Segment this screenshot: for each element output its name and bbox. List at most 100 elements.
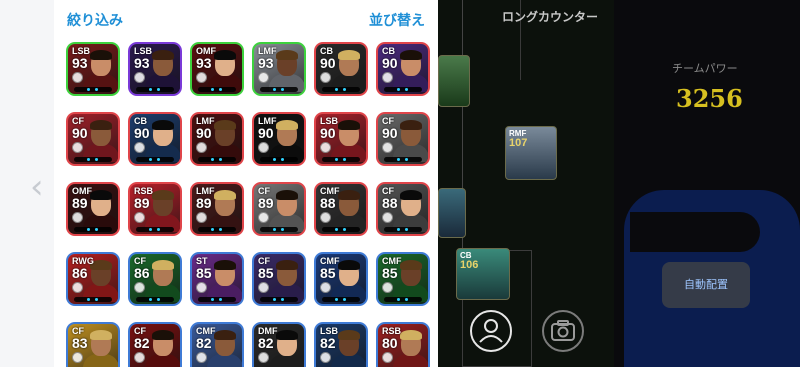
chevron-left-icon[interactable]: ‹ — [30, 170, 50, 204]
player-portrait — [83, 50, 118, 92]
camera-button[interactable] — [542, 310, 584, 352]
skill-indicator — [260, 227, 298, 232]
player-rating: 93 — [134, 55, 150, 71]
club-badge-icon — [72, 352, 83, 363]
field-player-card[interactable] — [438, 188, 466, 238]
player-card[interactable]: CF 90 — [66, 112, 120, 166]
player-card[interactable]: CB 90 — [376, 42, 430, 96]
player-card[interactable]: LMF 90 — [190, 112, 244, 166]
player-portrait — [83, 260, 118, 302]
card-face: LMF 93 — [254, 44, 304, 94]
skill-indicator — [198, 227, 236, 232]
player-rating: 82 — [258, 335, 274, 351]
card-face: CF 89 — [254, 184, 304, 234]
player-portrait — [83, 120, 118, 162]
field-player-card[interactable]: RMF 107 — [505, 126, 557, 180]
skill-indicator — [74, 227, 112, 232]
player-card[interactable]: CF 88 — [376, 182, 430, 236]
profile-button[interactable] — [470, 310, 512, 352]
player-card[interactable]: OMF 93 — [190, 42, 244, 96]
card-face: RSB 89 — [130, 184, 180, 234]
club-badge-icon — [382, 72, 393, 83]
card-face: CB 90 — [130, 114, 180, 164]
player-card[interactable]: CMF 88 — [314, 182, 368, 236]
player-rating: 80 — [382, 335, 398, 351]
player-portrait — [393, 50, 428, 92]
player-rating: 90 — [320, 55, 336, 71]
player-card[interactable]: CF 89 — [252, 182, 306, 236]
player-card[interactable]: LSB 93 — [128, 42, 182, 96]
player-card[interactable]: LSB 90 — [314, 112, 368, 166]
player-portrait — [207, 50, 242, 92]
player-card[interactable]: RWG 86 — [66, 252, 120, 306]
club-badge-icon — [72, 72, 83, 83]
club-badge-icon — [382, 212, 393, 223]
card-face: OMF 89 — [68, 184, 118, 234]
player-card[interactable]: LSB 93 — [66, 42, 120, 96]
card-face: CMF 85 — [316, 254, 366, 304]
club-badge-icon — [72, 212, 83, 223]
team-power-label: チームパワー — [672, 62, 738, 75]
player-portrait — [331, 120, 366, 162]
field-player-card[interactable] — [438, 55, 470, 107]
player-card[interactable]: CMF 82 — [190, 322, 244, 367]
field-player-card[interactable]: CB 106 — [456, 248, 510, 300]
sort-button[interactable]: 並び替え — [369, 10, 425, 30]
field-player-rating: 107 — [509, 137, 528, 149]
club-badge-icon — [258, 142, 269, 153]
player-rating: 86 — [134, 265, 150, 281]
card-face: LMF 90 — [192, 114, 242, 164]
club-badge-icon — [196, 352, 207, 363]
player-card[interactable]: LMF 90 — [252, 112, 306, 166]
card-face: LMF 89 — [192, 184, 242, 234]
club-badge-icon — [382, 142, 393, 153]
club-badge-icon — [258, 282, 269, 293]
player-card[interactable]: ST 85 — [190, 252, 244, 306]
player-card[interactable]: OMF 89 — [66, 182, 120, 236]
player-portrait — [393, 120, 428, 162]
player-rating: 85 — [382, 265, 398, 281]
club-badge-icon — [258, 212, 269, 223]
player-rating: 85 — [320, 265, 336, 281]
player-card[interactable]: CF 90 — [376, 112, 430, 166]
player-card[interactable]: CF 82 — [128, 322, 182, 367]
player-rating: 83 — [72, 335, 88, 351]
player-rating: 90 — [382, 125, 398, 141]
player-card[interactable]: CB 90 — [128, 112, 182, 166]
card-face: CF 83 — [68, 324, 118, 367]
card-face: OMF 93 — [192, 44, 242, 94]
player-card[interactable]: RSB 89 — [128, 182, 182, 236]
person-icon — [479, 319, 503, 343]
player-card[interactable]: CMF 85 — [314, 252, 368, 306]
player-portrait — [269, 260, 304, 302]
skill-indicator — [260, 297, 298, 302]
filter-button[interactable]: 絞り込み — [67, 10, 123, 30]
player-card[interactable]: RSB 80 — [376, 322, 430, 367]
skill-indicator — [136, 297, 174, 302]
card-face: RSB 80 — [378, 324, 428, 367]
card-face: CB 90 — [378, 44, 428, 94]
player-card[interactable]: CF 85 — [252, 252, 306, 306]
player-card[interactable]: LMF 93 — [252, 42, 306, 96]
player-rating: 90 — [320, 125, 336, 141]
player-card[interactable]: LSB 82 — [314, 322, 368, 367]
player-card[interactable]: CB 90 — [314, 42, 368, 96]
auto-arrange-button[interactable]: 自動配置 — [662, 262, 750, 308]
card-face: LSB 93 — [68, 44, 118, 94]
player-card[interactable]: CF 83 — [66, 322, 120, 367]
skill-indicator — [322, 227, 360, 232]
player-card[interactable]: CMF 85 — [376, 252, 430, 306]
skill-indicator — [384, 297, 422, 302]
club-badge-icon — [320, 72, 331, 83]
player-rating: 82 — [320, 335, 336, 351]
player-card[interactable]: LMF 89 — [190, 182, 244, 236]
player-portrait — [269, 330, 304, 367]
player-rating: 93 — [196, 55, 212, 71]
player-portrait — [331, 260, 366, 302]
player-card[interactable]: DMF 82 — [252, 322, 306, 367]
card-face: LSB 82 — [316, 324, 366, 367]
player-portrait — [331, 330, 366, 367]
player-card[interactable]: CF 86 — [128, 252, 182, 306]
player-portrait — [269, 120, 304, 162]
player-portrait — [207, 120, 242, 162]
